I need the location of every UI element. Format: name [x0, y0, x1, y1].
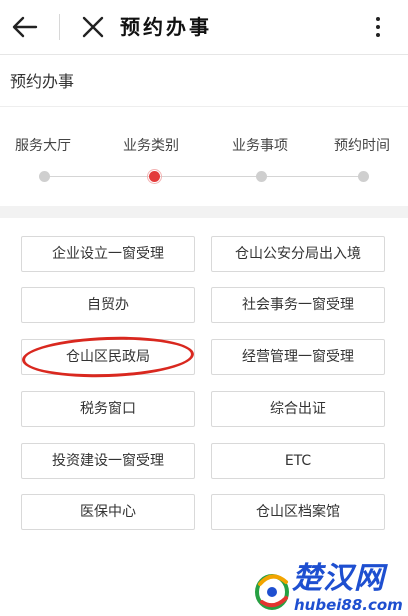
category-button-comprehensive-certificate[interactable]: 综合出证 [211, 391, 385, 427]
close-button[interactable] [78, 12, 108, 42]
category-button-investment-construction[interactable]: 投资建设一窗受理 [21, 443, 195, 479]
category-button-archives[interactable]: 仓山区档案馆 [211, 494, 385, 530]
category-button-free-trade-office[interactable]: 自贸办 [21, 287, 195, 323]
more-options-button[interactable] [366, 12, 390, 42]
category-button-medical-insurance[interactable]: 医保中心 [21, 494, 195, 530]
step-dot-service-hall [39, 171, 50, 182]
divider [0, 106, 408, 107]
more-vertical-icon-dot [376, 33, 380, 37]
category-button-etc[interactable]: ETC [211, 443, 385, 479]
watermark-url-text: hubei88.com [294, 596, 403, 614]
category-button-social-affairs[interactable]: 社会事务一窗受理 [211, 287, 385, 323]
category-button-enterprise-setup[interactable]: 企业设立一窗受理 [21, 236, 195, 272]
step-track-line [44, 176, 364, 177]
category-button-business-management[interactable]: 经营管理一窗受理 [211, 339, 385, 375]
section-separator [0, 206, 408, 218]
page-title: 预约办事 [10, 72, 75, 91]
app-bar-title: 预约办事 [120, 15, 212, 39]
back-button[interactable] [10, 12, 40, 42]
watermark: 楚汉网 hubei88.com [252, 562, 408, 616]
category-button-exit-entry[interactable]: 仓山公安分局出入境 [211, 236, 385, 272]
step-label-business-category: 业务类别 [123, 138, 179, 154]
step-label-service-hall: 服务大厅 [15, 138, 71, 154]
toolbar-divider [59, 14, 60, 40]
watermark-brand-text: 楚汉网 [292, 561, 385, 596]
more-vertical-icon [376, 17, 380, 21]
close-icon [82, 16, 104, 38]
step-label-appointment-time: 预约时间 [334, 138, 390, 154]
step-label-business-item: 业务事项 [232, 138, 288, 154]
arrow-left-icon [12, 16, 38, 38]
step-dot-business-category [149, 171, 160, 182]
top-app-bar: 预约办事 [0, 0, 408, 55]
step-dot-appointment-time [358, 171, 369, 182]
watermark-logo-icon [255, 574, 289, 610]
step-dot-business-item [256, 171, 267, 182]
category-button-tax-window[interactable]: 税务窗口 [21, 391, 195, 427]
more-vertical-icon-dot [376, 25, 380, 29]
